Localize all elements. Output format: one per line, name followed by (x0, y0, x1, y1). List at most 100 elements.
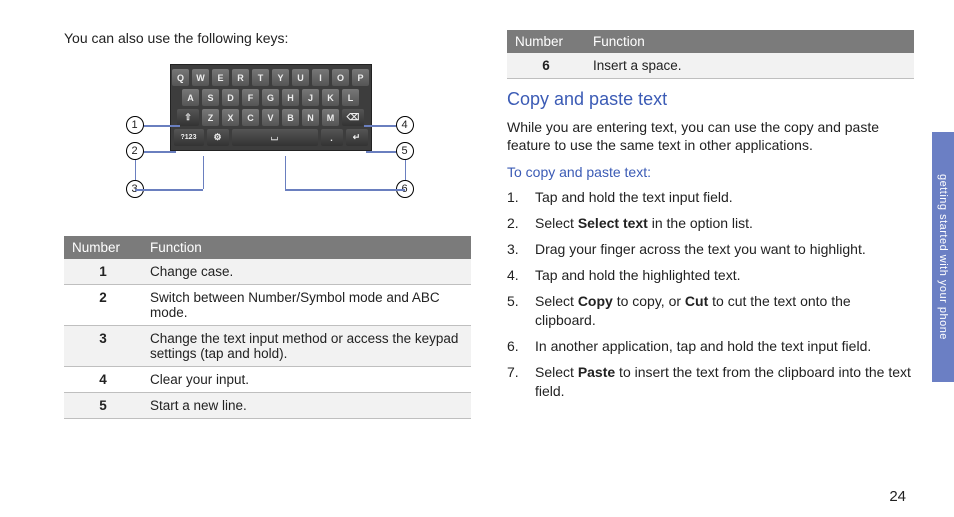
intro-text: You can also use the following keys: (64, 30, 471, 46)
side-tab-label: getting started with your phone (937, 174, 949, 340)
mode-key: ?123 (174, 129, 204, 146)
key: F (242, 89, 259, 106)
key: L (342, 89, 359, 106)
cell-number: 4 (64, 367, 142, 393)
page-number: 24 (889, 488, 906, 505)
sub-heading: To copy and paste text: (507, 164, 914, 180)
right-column: Number Function 6Insert a space. Copy an… (507, 30, 914, 425)
keyboard-row-1: QWERTYUIOP (174, 69, 368, 86)
key: H (282, 89, 299, 106)
functions-table-right: Number Function 6Insert a space. (507, 30, 914, 79)
left-column: You can also use the following keys: QWE… (64, 30, 471, 425)
enter-key: ↵ (346, 129, 368, 146)
list-item: 5. Select Copy to copy, or Cut to cut the… (507, 292, 914, 330)
section-title: Copy and paste text (507, 89, 914, 110)
key: X (222, 109, 239, 126)
key: Q (172, 69, 189, 86)
cell-number: 5 (64, 393, 142, 419)
settings-key: ⚙ (207, 129, 229, 146)
list-item: 6. In another application, tap and hold t… (507, 337, 914, 356)
th-number: Number (64, 236, 142, 259)
cell-function: Start a new line. (142, 393, 471, 419)
key: B (282, 109, 299, 126)
shift-key: ⇧ (177, 109, 199, 126)
functions-table-right-body: 6Insert a space. (507, 53, 914, 79)
th-function: Function (142, 236, 471, 259)
step-number: 5. (507, 292, 525, 330)
section-body: While you are entering text, you can use… (507, 118, 914, 154)
step-number: 3. (507, 240, 525, 259)
side-tab: getting started with your phone (932, 132, 954, 382)
step-number: 2. (507, 214, 525, 233)
keyboard-figure: QWERTYUIOP ASDFGHJKL ⇧ZXCVBNM⌫ ?123⚙⌴.↵ … (64, 64, 471, 222)
list-item: 4. Tap and hold the highlighted text. (507, 266, 914, 285)
key: T (252, 69, 269, 86)
key: S (202, 89, 219, 106)
cell-number: 6 (507, 53, 585, 79)
callout-1: 1 (126, 116, 144, 134)
keyboard-row-2: ASDFGHJKL (174, 89, 368, 106)
step-text: In another application, tap and hold the… (535, 337, 871, 356)
key: Y (272, 69, 289, 86)
key: J (302, 89, 319, 106)
key: Z (202, 109, 219, 126)
list-item: 7. Select Paste to insert the text from t… (507, 363, 914, 401)
table-row: 6Insert a space. (507, 53, 914, 79)
key: N (302, 109, 319, 126)
key: K (322, 89, 339, 106)
table-row: 2Switch between Number/Symbol mode and A… (64, 285, 471, 326)
cell-function: Change case. (142, 259, 471, 285)
cell-function: Insert a space. (585, 53, 914, 79)
cell-number: 2 (64, 285, 142, 326)
key: I (312, 69, 329, 86)
space-key: ⌴ (232, 129, 318, 146)
step-text: Select Copy to copy, or Cut to cut the t… (535, 292, 914, 330)
table-row: 3Change the text input method or access … (64, 326, 471, 367)
cell-function: Change the text input method or access t… (142, 326, 471, 367)
key: C (242, 109, 259, 126)
key: P (352, 69, 369, 86)
functions-table-left: Number Function 1Change case.2Switch bet… (64, 236, 471, 419)
key: O (332, 69, 349, 86)
key: W (192, 69, 209, 86)
table-row: 1Change case. (64, 259, 471, 285)
key: M (322, 109, 339, 126)
callout-5: 5 (396, 142, 414, 160)
step-number: 4. (507, 266, 525, 285)
step-text: Select Paste to insert the text from the… (535, 363, 914, 401)
key: E (212, 69, 229, 86)
dot-key: . (321, 129, 343, 146)
callout-4: 4 (396, 116, 414, 134)
step-text: Tap and hold the text input field. (535, 188, 733, 207)
cell-number: 1 (64, 259, 142, 285)
keyboard: QWERTYUIOP ASDFGHJKL ⇧ZXCVBNM⌫ ?123⚙⌴.↵ (170, 64, 372, 151)
step-number: 6. (507, 337, 525, 356)
key: G (262, 89, 279, 106)
key: U (292, 69, 309, 86)
list-item: 3. Drag your finger across the text you w… (507, 240, 914, 259)
cell-number: 3 (64, 326, 142, 367)
step-number: 7. (507, 363, 525, 401)
keyboard-row-4: ?123⚙⌴.↵ (174, 129, 368, 146)
step-text: Select Select text in the option list. (535, 214, 753, 233)
table-row: 5Start a new line. (64, 393, 471, 419)
th-number: Number (507, 30, 585, 53)
step-text: Drag your finger across the text you wan… (535, 240, 866, 259)
list-item: 1. Tap and hold the text input field. (507, 188, 914, 207)
callout-2: 2 (126, 142, 144, 160)
steps-list: 1. Tap and hold the text input field. 2. Se… (507, 188, 914, 400)
step-number: 1. (507, 188, 525, 207)
table-row: 4Clear your input. (64, 367, 471, 393)
step-text: Tap and hold the highlighted text. (535, 266, 741, 285)
functions-table-left-body: 1Change case.2Switch between Number/Symb… (64, 259, 471, 419)
key: D (222, 89, 239, 106)
key: A (182, 89, 199, 106)
backspace-key: ⌫ (342, 109, 364, 126)
list-item: 2. Select Select text in the option list. (507, 214, 914, 233)
key: V (262, 109, 279, 126)
cell-function: Clear your input. (142, 367, 471, 393)
keyboard-row-3: ⇧ZXCVBNM⌫ (174, 109, 368, 126)
key: R (232, 69, 249, 86)
th-function: Function (585, 30, 914, 53)
cell-function: Switch between Number/Symbol mode and AB… (142, 285, 471, 326)
